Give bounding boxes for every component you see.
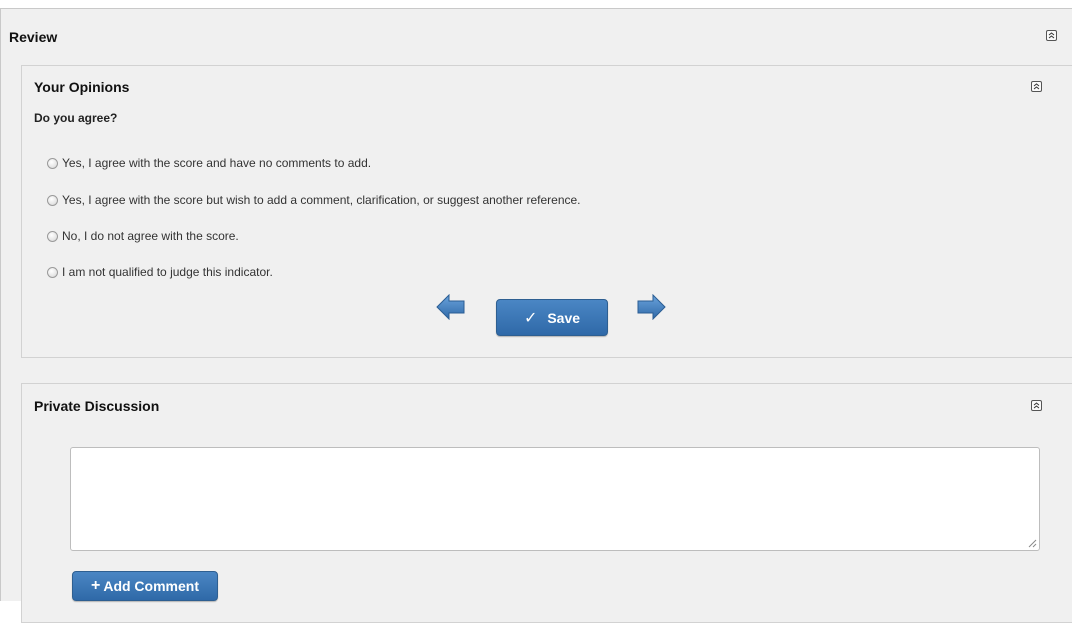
- option-disagree[interactable]: No, I do not agree with the score.: [47, 229, 239, 243]
- radio-button[interactable]: [47, 157, 58, 169]
- radio-button[interactable]: [47, 194, 58, 206]
- review-collapse-icon[interactable]: [1046, 30, 1057, 41]
- comment-textarea[interactable]: [70, 447, 1040, 551]
- check-icon: ✓: [523, 309, 538, 327]
- save-label: Save: [547, 309, 581, 326]
- discussion-panel: Private Discussion + Add Comment: [21, 383, 1072, 623]
- option-label: Yes, I agree with the score but wish to …: [62, 193, 581, 207]
- plus-icon: +: [90, 577, 101, 594]
- opinions-collapse-icon[interactable]: [1031, 81, 1042, 92]
- review-title: Review: [9, 29, 58, 45]
- option-label: Yes, I agree with the score and have no …: [62, 156, 372, 170]
- option-agree-with-comment[interactable]: Yes, I agree with the score but wish to …: [47, 193, 581, 207]
- agree-question: Do you agree?: [34, 111, 118, 125]
- arrow-right-icon: [637, 293, 666, 321]
- option-label: I am not qualified to judge this indicat…: [62, 265, 273, 279]
- next-button[interactable]: [636, 293, 666, 321]
- add-comment-button[interactable]: + Add Comment: [72, 571, 218, 601]
- radio-button[interactable]: [47, 266, 58, 278]
- opinions-panel: Your Opinions Do you agree? Yes, I agree…: [21, 65, 1072, 358]
- radio-button[interactable]: [47, 230, 58, 242]
- previous-button[interactable]: [436, 293, 466, 321]
- discussion-title: Private Discussion: [34, 398, 160, 414]
- add-comment-label: Add Comment: [103, 578, 199, 594]
- save-button[interactable]: ✓ Save: [496, 299, 608, 336]
- option-agree-no-comment[interactable]: Yes, I agree with the score and have no …: [47, 156, 371, 170]
- arrow-left-icon: [436, 293, 465, 321]
- discussion-collapse-icon[interactable]: [1031, 400, 1042, 411]
- opinions-title: Your Opinions: [34, 79, 130, 95]
- resize-grip-icon[interactable]: [1028, 539, 1037, 548]
- option-label: No, I do not agree with the score.: [62, 229, 239, 243]
- option-not-qualified[interactable]: I am not qualified to judge this indicat…: [47, 265, 273, 279]
- review-section: Review Your Opinions Do you agree? Yes, …: [0, 8, 1072, 623]
